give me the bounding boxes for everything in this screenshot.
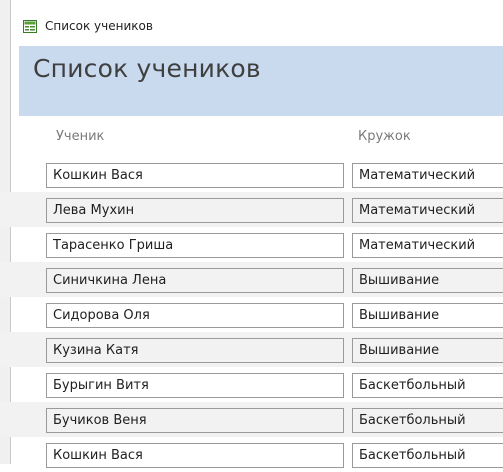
form-header: Список учеников	[19, 46, 503, 116]
club-field[interactable]: Баскетбольный	[352, 408, 503, 433]
table-row: Лева Мухин Математический	[0, 192, 503, 227]
student-name-field[interactable]: Кошкин Вася	[46, 163, 344, 188]
table-row: Кошкин Вася Баскетбольный	[0, 437, 503, 472]
student-name-field[interactable]: Бучиков Веня	[46, 408, 344, 433]
student-name-field[interactable]: Лева Мухин	[46, 198, 344, 223]
form-tab-title: Список учеников	[45, 19, 153, 33]
student-name-field[interactable]: Тарасенко Гриша	[46, 233, 344, 258]
table-row: Кошкин Вася Математический	[0, 157, 503, 192]
student-name-field[interactable]: Сидорова Оля	[46, 303, 344, 328]
table-row: Сидорова Оля Вышивание	[0, 297, 503, 332]
student-name-field[interactable]: Синичкина Лена	[46, 268, 344, 293]
club-field[interactable]: Вышивание	[352, 303, 503, 328]
club-field[interactable]: Вышивание	[352, 338, 503, 363]
club-field[interactable]: Вышивание	[352, 268, 503, 293]
club-field[interactable]: Математический	[352, 233, 503, 258]
table-row: Кузина Катя Вышивание	[0, 332, 503, 367]
table-row: Бучиков Веня Баскетбольный	[0, 402, 503, 437]
form-icon	[23, 20, 37, 33]
column-header-club: Кружок	[358, 129, 411, 144]
club-field[interactable]: Математический	[352, 198, 503, 223]
student-name-field[interactable]: Кошкин Вася	[46, 443, 344, 468]
form-title: Список учеников	[33, 54, 261, 83]
table-row: Бурыгин Витя Баскетбольный	[0, 367, 503, 402]
club-field[interactable]: Математический	[352, 163, 503, 188]
column-header-student: Ученик	[56, 129, 105, 144]
form-tab[interactable]: Список учеников	[11, 0, 503, 40]
table-row: Тарасенко Гриша Математический	[0, 227, 503, 262]
student-name-field[interactable]: Бурыгин Витя	[46, 373, 344, 398]
club-field[interactable]: Баскетбольный	[352, 443, 503, 468]
table-row: Синичкина Лена Вышивание	[0, 262, 503, 297]
club-field[interactable]: Баскетбольный	[352, 373, 503, 398]
student-name-field[interactable]: Кузина Катя	[46, 338, 344, 363]
